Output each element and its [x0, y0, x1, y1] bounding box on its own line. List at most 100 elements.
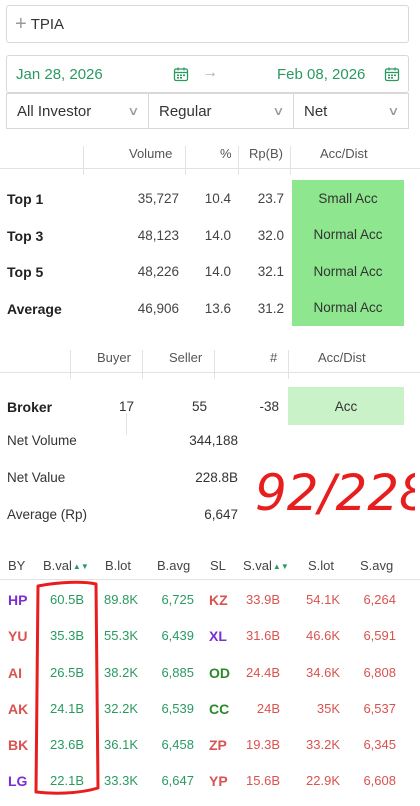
buyer-code[interactable]: BK: [8, 737, 28, 753]
start-date[interactable]: Jan 28, 2026: [16, 66, 103, 83]
col-sval: S.val: [243, 558, 272, 573]
volume-value: 35,727: [137, 191, 179, 206]
sell-lot: 22.9K: [306, 773, 340, 789]
col-acc-dist: Acc/Dist: [318, 350, 366, 365]
broker-acc-dist-badge: Acc: [288, 387, 404, 425]
highlight-box: [34, 580, 100, 795]
market-select[interactable]: Regular ∨: [149, 93, 294, 129]
buy-lot: 89.8K: [104, 592, 138, 607]
col-savg: S.avg: [360, 558, 394, 573]
summary-row-top5: Top 5 48,226 14.0 32.1 Normal Acc: [0, 253, 420, 290]
net-count: -38: [259, 399, 279, 414]
summary-header: Volume % Rp(B) Acc/Dist: [0, 140, 420, 175]
seller-code[interactable]: KZ: [209, 592, 228, 608]
rp-value: 32.1: [257, 264, 284, 279]
calendar-icon[interactable]: [384, 66, 400, 86]
investor-select[interactable]: All Investor ∨: [6, 93, 149, 129]
col-by: BY: [8, 558, 26, 573]
acc-dist-badge: Normal Acc: [292, 289, 404, 326]
chevron-down-icon: ∨: [387, 104, 400, 118]
seller-count: 55: [191, 399, 207, 414]
seller-code[interactable]: YP: [209, 773, 228, 789]
seller-code[interactable]: CC: [209, 701, 229, 717]
buy-average: 6,439: [161, 628, 194, 644]
sell-value: 24.4B: [246, 664, 280, 680]
broker-summary-table: Buyer Seller # Acc/Dist Broker 17 55 -38…: [0, 344, 420, 431]
plus-icon[interactable]: +: [15, 14, 27, 34]
broker-summary-header: Buyer Seller # Acc/Dist: [0, 344, 420, 379]
seller-code[interactable]: OD: [209, 665, 230, 681]
sell-average: 6,264: [363, 592, 396, 607]
sort-icon[interactable]: ▲▼: [73, 562, 89, 571]
sell-average: 6,345: [363, 737, 396, 753]
net-value-label: Net Value: [7, 470, 66, 485]
seller-code[interactable]: XL: [209, 628, 227, 644]
rp-value: 31.2: [257, 300, 284, 316]
col-bval-sort[interactable]: B.val▲▼: [43, 558, 89, 573]
row-label: Top 3: [7, 227, 44, 244]
buy-average: 6,647: [161, 773, 194, 789]
row-label: Average: [7, 300, 62, 317]
buy-lot: 38.2K: [104, 664, 138, 680]
volume-value: 48,123: [137, 227, 179, 243]
stock-search-input[interactable]: + TPIA: [6, 5, 409, 43]
col-slot: S.lot: [308, 558, 335, 573]
col-sval-sort[interactable]: S.val▲▼: [243, 558, 289, 573]
col-blot: B.lot: [105, 558, 132, 573]
sell-average: 6,608: [363, 773, 396, 789]
col-percent: %: [220, 146, 232, 161]
end-date[interactable]: Feb 08, 2026: [277, 66, 365, 83]
sell-value: 31.6B: [246, 628, 280, 644]
handwritten-number: 92/228: [255, 464, 415, 520]
percent-value: 10.4: [204, 191, 231, 206]
volume-value: 48,226: [137, 264, 179, 279]
percent-value: 14.0: [204, 264, 231, 279]
acc-dist-badge: Small Acc: [292, 180, 404, 217]
buyer-code[interactable]: AK: [8, 701, 28, 717]
calendar-icon[interactable]: [173, 66, 189, 86]
chevron-down-icon: ∨: [272, 104, 285, 118]
investor-select-value: All Investor: [17, 102, 92, 120]
buy-lot: 55.3K: [104, 628, 138, 644]
buy-average: 6,725: [161, 592, 194, 607]
broker-count-row: Broker 17 55 -38 Acc: [0, 387, 420, 431]
buyer-code[interactable]: HP: [8, 592, 27, 608]
acc-dist-badge: Normal Acc: [292, 253, 404, 290]
volume-value: 46,906: [137, 300, 179, 316]
buyer-count: 17: [118, 399, 134, 414]
buyer-code[interactable]: YU: [8, 628, 27, 644]
seller-code[interactable]: ZP: [209, 737, 227, 753]
sell-value: 15.6B: [246, 773, 280, 789]
broker-activity-header: BY B.val▲▼ B.lot B.avg SL S.val▲▼ S.lot …: [0, 552, 420, 580]
mode-select-value: Net: [304, 102, 328, 120]
mode-select[interactable]: Net ∨: [294, 93, 409, 129]
handwritten-annotation: 92/228: [255, 464, 415, 520]
row-label: Top 1: [7, 191, 44, 207]
buy-average: 6,539: [161, 700, 194, 716]
sell-lot: 35K: [316, 700, 340, 716]
sell-value: 33.9B: [246, 592, 280, 607]
date-range-picker[interactable]: Jan 28, 2026 → Feb 08, 2026: [6, 55, 409, 93]
percent-value: 14.0: [204, 227, 231, 243]
col-bval: B.val: [43, 558, 72, 573]
stock-code: TPIA: [30, 15, 65, 33]
buy-average: 6,458: [161, 737, 194, 753]
market-select-value: Regular: [159, 102, 212, 120]
chevron-down-icon: ∨: [127, 104, 140, 118]
buyer-code[interactable]: AI: [8, 665, 22, 681]
col-buyer: Buyer: [97, 350, 131, 365]
col-net: #: [270, 350, 278, 365]
buyer-code[interactable]: LG: [8, 773, 27, 789]
sell-lot: 33.2K: [306, 737, 340, 753]
average-label: Average (Rp): [7, 507, 88, 522]
sell-value: 24B: [256, 700, 280, 716]
rp-value: 23.7: [257, 191, 284, 206]
buy-average: 6,885: [161, 664, 194, 680]
buy-lot: 36.1K: [104, 737, 138, 753]
col-volume: Volume: [129, 146, 173, 161]
sell-average: 6,808: [363, 664, 396, 680]
col-sl: SL: [210, 558, 226, 573]
sort-icon[interactable]: ▲▼: [273, 562, 289, 571]
rp-value: 32.0: [257, 227, 284, 243]
summary-row-top1: Top 1 35,727 10.4 23.7 Small Acc: [0, 180, 420, 217]
